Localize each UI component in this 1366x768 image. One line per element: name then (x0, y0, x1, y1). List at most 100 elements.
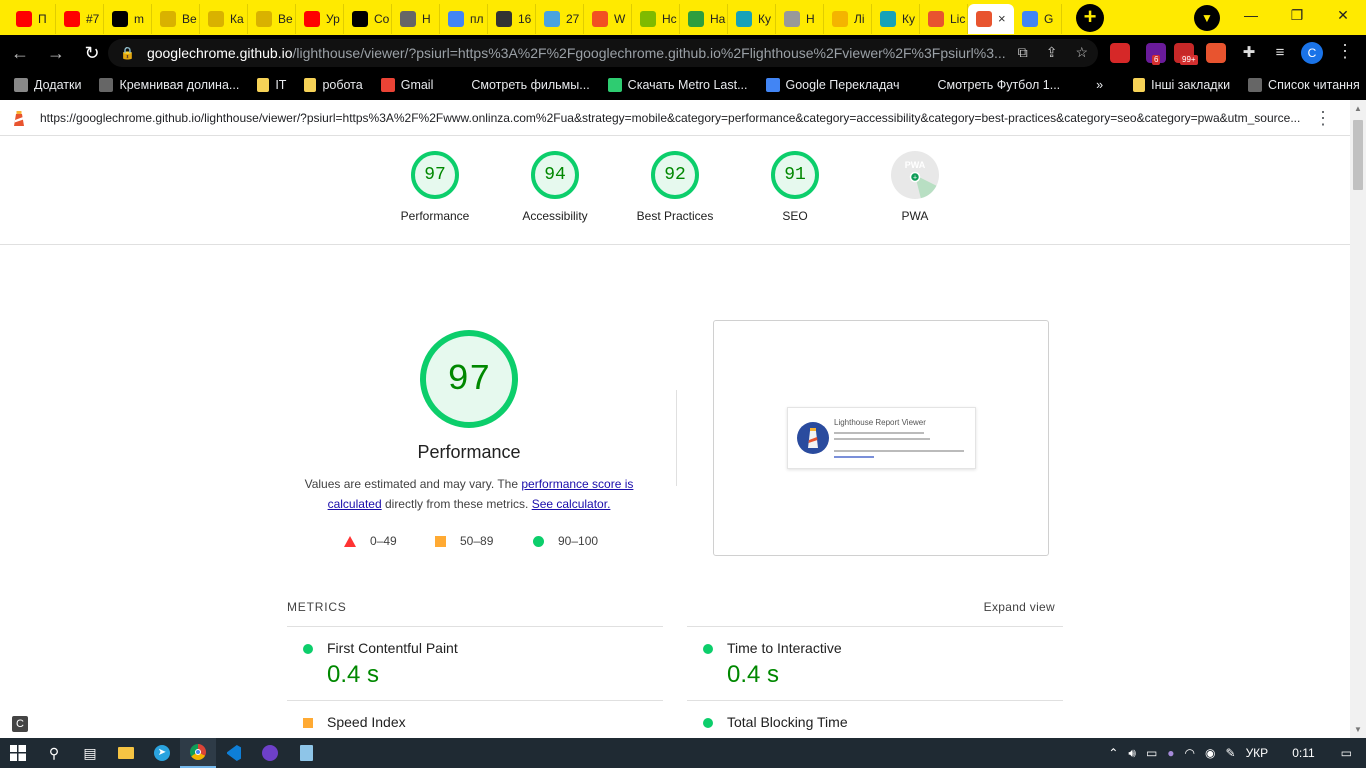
scroll-up-icon[interactable]: ▲ (1354, 104, 1362, 113)
bookmark-star-icon[interactable]: ☆ (1075, 44, 1088, 61)
task-view-icon[interactable]: ▤ (72, 738, 108, 768)
see-calculator-link[interactable]: See calculator. (532, 497, 611, 511)
browser-tab[interactable]: пл (440, 3, 488, 34)
browser-tab[interactable]: Co (344, 3, 392, 34)
notifications-icon[interactable]: ▭ (1341, 746, 1352, 760)
browser-tab[interactable]: П (8, 3, 56, 34)
gauge-best-practices[interactable]: 92 Best Practices (625, 151, 725, 223)
bookmark-item[interactable]: Додатки (14, 78, 81, 92)
gauge-accessibility[interactable]: 94 Accessibility (505, 151, 605, 223)
extensions-puzzle-icon[interactable]: ✚ (1239, 43, 1259, 63)
browser-tab[interactable]: Ку (728, 3, 776, 34)
tab-title: Лі (854, 11, 865, 26)
forward-button[interactable]: → (40, 37, 72, 69)
browser-tab[interactable]: 16 (488, 3, 536, 34)
browser-tab[interactable]: Лі (824, 3, 872, 34)
file-explorer-icon[interactable] (108, 738, 144, 768)
scroll-down-icon[interactable]: ▼ (1354, 725, 1362, 734)
browser-tab[interactable]: Н (776, 3, 824, 34)
github-desktop-icon[interactable] (252, 738, 288, 768)
browser-tab[interactable]: Ку (872, 3, 920, 34)
scrollbar-thumb[interactable] (1353, 120, 1363, 190)
new-tab-button[interactable]: + (1076, 3, 1104, 32)
vscode-icon[interactable] (216, 738, 252, 768)
browser-tab[interactable]: На (680, 3, 728, 34)
browser-tab[interactable]: Ур (296, 3, 344, 34)
search-icon[interactable]: ⚲ (36, 738, 72, 768)
bookmark-item[interactable]: Кремнивая долина... (99, 78, 239, 92)
steam-icon[interactable]: ◉ (1205, 746, 1215, 760)
fail-triangle-icon (344, 535, 356, 547)
gauge-seo[interactable]: 91 SEO (745, 151, 845, 223)
browser-menu-icon[interactable]: ⋮ (1336, 41, 1354, 62)
youtube-icon (304, 10, 320, 27)
bookmark-item[interactable]: Google Перекладач (765, 78, 899, 92)
gauge-pwa[interactable]: PWA + PWA (865, 151, 965, 223)
browser-tab[interactable]: Ве (248, 3, 296, 34)
bookmark-item[interactable]: IT (257, 78, 286, 92)
bookmark-item[interactable]: Смотреть Футбол 1... (917, 78, 1060, 92)
browser-tab[interactable]: Нс (632, 3, 680, 34)
media-control-icon[interactable]: ≡ (1270, 43, 1290, 63)
tab-title: Ка (230, 11, 244, 26)
bookmark-item[interactable]: Gmail (380, 78, 433, 92)
pen-icon[interactable]: ✎ (1226, 746, 1236, 760)
extension-c-icon[interactable]: C (12, 716, 28, 732)
browser-tab[interactable]: #7 (56, 3, 104, 34)
minimize-button[interactable]: — (1228, 0, 1274, 30)
browser-tab[interactable]: Н (392, 3, 440, 34)
lighthouse-ext-icon[interactable] (1206, 43, 1226, 63)
share-icon[interactable]: ⇪ (1046, 44, 1058, 61)
browser-tab[interactable]: 27 (536, 3, 584, 34)
tab-search-button[interactable]: ▼ (1194, 5, 1220, 31)
input-language[interactable]: УКР (1246, 746, 1269, 760)
chrome-icon[interactable] (180, 738, 216, 768)
page-scrollbar[interactable]: ▲ ▼ (1350, 100, 1366, 738)
telegram-icon[interactable]: ➤ (144, 738, 180, 768)
browser-tab[interactable]: W (584, 3, 632, 34)
bookmark-label: Додатки (34, 78, 82, 92)
browser-tab-active[interactable]: × (968, 3, 1014, 34)
gauge-performance[interactable]: 97 Performance (385, 151, 485, 223)
back-button[interactable]: ← (4, 37, 36, 69)
translate-page-icon[interactable]: ⧉ (1018, 44, 1028, 61)
browser-tab[interactable]: Ка (200, 3, 248, 34)
windows-start-icon[interactable] (0, 738, 36, 768)
viber-icon[interactable]: ● (1167, 746, 1174, 760)
g-ext-icon[interactable]: 99+ (1174, 43, 1198, 65)
bookmark-item[interactable]: Список читання (1248, 78, 1360, 92)
s-ext-icon[interactable] (1110, 43, 1130, 63)
pwa-badge-icon: PWA + (891, 151, 939, 199)
bookmark-item[interactable]: Скачать Metro Last... (607, 78, 748, 92)
wave-icon (160, 10, 176, 27)
browser-tab[interactable]: m (104, 3, 152, 34)
volume-icon[interactable]: 🔊︎ (1128, 746, 1136, 761)
tray-chevron-up-icon[interactable]: ⌃ (1108, 746, 1118, 760)
profile-avatar[interactable]: C (1301, 42, 1323, 64)
notepad-icon[interactable] (288, 738, 324, 768)
performance-score-gauge: 97 (420, 330, 518, 428)
tab-title: Н (806, 11, 815, 26)
gauge-label: Accessibility (522, 209, 588, 223)
purple-ext-icon[interactable]: 6 (1146, 43, 1166, 65)
bookmark-item[interactable]: Смотреть фильмы... (451, 78, 590, 92)
expand-view-button[interactable]: Expand view (984, 600, 1055, 614)
bookmark-item[interactable]: робота (304, 78, 363, 92)
address-bar[interactable]: 🔒 googlechrome.github.io/lighthouse/view… (108, 39, 1098, 67)
metric-name: Speed Index (327, 714, 406, 730)
clock[interactable]: 0:11 (1292, 746, 1314, 760)
reload-button[interactable]: ↻ (76, 37, 108, 69)
browser-tab[interactable]: Lic (920, 3, 968, 34)
browser-tab[interactable]: Ве (152, 3, 200, 34)
bookmark-item[interactable]: Інші закладки (1133, 78, 1230, 92)
wifi-icon[interactable]: ◠ (1185, 746, 1195, 760)
more-bookmarks-chevron-icon[interactable]: » (1096, 78, 1103, 92)
close-window-button[interactable]: ✕ (1320, 0, 1366, 30)
cloud-icon (544, 10, 560, 27)
close-tab-icon[interactable]: × (998, 11, 1006, 26)
battery-icon[interactable]: ▭ (1146, 746, 1157, 760)
restore-button[interactable]: ❐ (1274, 0, 1320, 30)
final-screenshot[interactable]: Lighthouse Report Viewer (713, 320, 1049, 556)
report-menu-icon[interactable]: ⋮ (1314, 108, 1332, 129)
browser-tab[interactable]: G (1014, 3, 1062, 34)
